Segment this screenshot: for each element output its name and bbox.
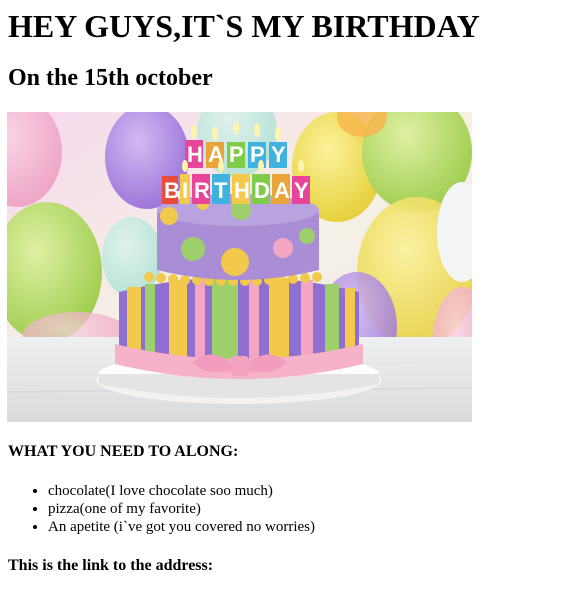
needs-list: chocolate(I love chocolate soo much) piz… [8, 482, 315, 536]
svg-text:I: I [182, 178, 188, 203]
list-item: pizza(one of my favorite) [48, 500, 315, 518]
address-link-heading: This is the link to the address: [8, 557, 214, 574]
svg-text:R: R [194, 178, 210, 203]
list-item: chocolate(I love chocolate soo much) [48, 482, 315, 500]
svg-text:D: D [254, 178, 270, 203]
page-subtitle: On the 15th october [8, 65, 213, 91]
svg-text:H: H [187, 142, 203, 167]
needs-heading: WHAT YOU NEED TO ALONG: [8, 443, 239, 460]
svg-text:Y: Y [294, 178, 309, 203]
svg-text:A: A [274, 178, 290, 203]
svg-text:B: B [164, 178, 180, 203]
svg-text:H: H [234, 178, 250, 203]
birthday-cake-image: H A P P Y B I R T H D A Y [7, 112, 472, 422]
list-item: An apetite (i`ve got you covered no worr… [48, 518, 315, 536]
svg-text:T: T [214, 178, 228, 203]
page: HEY GUYS,IT`S MY BIRTHDAY On the 15th oc… [0, 0, 562, 598]
page-title: HEY GUYS,IT`S MY BIRTHDAY [8, 8, 480, 44]
svg-text:P: P [229, 142, 244, 167]
svg-text:Y: Y [271, 142, 286, 167]
